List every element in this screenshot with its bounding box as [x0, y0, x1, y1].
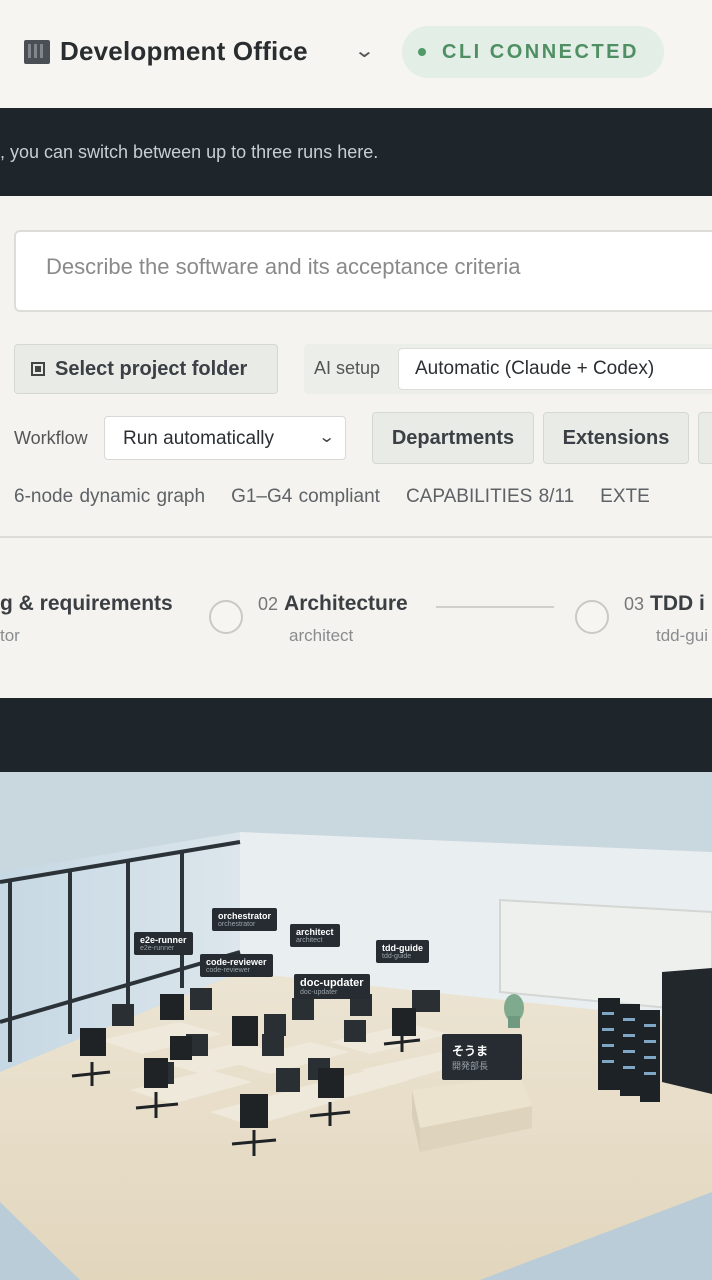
workflow-label: Workflow — [14, 428, 88, 448]
agent-label-code-reviewer[interactable]: code-reviewer code-reviewer — [200, 954, 273, 977]
folder-icon — [31, 362, 45, 376]
step-3-status-icon[interactable] — [575, 600, 609, 634]
agent-name: code-reviewer — [206, 957, 267, 967]
step-2-agent: architect — [289, 626, 354, 645]
extensions-button[interactable]: Extensions — [543, 412, 689, 464]
step-1-agent: tor — [0, 626, 20, 645]
stat-capabilities: CAPABILITIES 8/11 — [405, 486, 575, 507]
agent-name: e2e-runner — [140, 935, 187, 945]
agent-name: orchestrator — [218, 911, 272, 921]
agent-role: 開発部長 — [452, 1061, 489, 1071]
agent-label-e2e-runner[interactable]: e2e-runner e2e-runner — [134, 932, 193, 955]
workflow-select[interactable]: Run automatically ⌄ — [104, 416, 346, 460]
agent-label-architect[interactable]: architect architect — [290, 924, 340, 947]
agent-role: tdd-guide — [382, 953, 412, 960]
step-1-title: g & requirements — [0, 592, 173, 615]
info-banner: , you can switch between up to three run… — [0, 108, 712, 196]
departments-button[interactable]: Departments — [372, 412, 534, 464]
dark-band — [0, 698, 712, 772]
agent-role: orchestrator — [218, 921, 256, 928]
step-3-name: TDD i — [650, 592, 705, 615]
step-2-name: Architecture — [284, 592, 408, 615]
office-room-illustration — [0, 772, 712, 1280]
agent-label-doc-updater[interactable]: doc-updater doc-updater — [294, 974, 370, 999]
description-field-wrapper — [14, 230, 712, 312]
chevron-down-icon[interactable]: ⌄ — [353, 38, 375, 63]
chevron-down-icon: ⌄ — [317, 429, 336, 446]
stat-compliance: G1–G4 compliant — [231, 486, 380, 507]
header: Development Office ⌄ CLI CONNECTED — [0, 0, 712, 108]
step-2-status-icon[interactable] — [209, 600, 243, 634]
cli-status-text: CLI CONNECTED — [442, 40, 639, 63]
agent-name: tdd-guide — [382, 943, 423, 953]
description-input[interactable] — [46, 254, 686, 280]
agent-name: doc-updater — [300, 977, 364, 989]
ai-setup-label: AI setup — [314, 358, 381, 378]
workflow-value: Run automatically — [123, 428, 275, 449]
ai-setup-select[interactable]: Automatic (Claude + Codex) — [398, 348, 712, 390]
office-3d-scene[interactable]: e2e-runner e2e-runner orchestrator orche… — [0, 772, 712, 1280]
stat-graph: 6-node dynamic graph — [14, 486, 206, 507]
step-3-number: 03 — [624, 594, 645, 614]
capability-stats: 6-node dynamic graph G1–G4 compliant CAPAB… — [14, 486, 676, 508]
select-folder-label: Select project folder — [55, 357, 248, 380]
office-building-icon — [24, 40, 50, 64]
agent-role: architect — [296, 937, 323, 944]
status-dot-icon — [418, 48, 426, 56]
agent-label-tdd-guide[interactable]: tdd-guide tdd-guide — [376, 940, 429, 963]
agent-name: architect — [296, 927, 334, 937]
step-2-title: 02 Architecture — [258, 592, 408, 616]
agent-role: doc-updater — [300, 989, 338, 996]
step-3-title: 03 TDD i — [624, 592, 705, 616]
more-button[interactable] — [698, 412, 712, 464]
agent-role: e2e-runner — [140, 945, 175, 952]
office-title: Development Office — [60, 36, 308, 66]
stat-extensions: EXTE — [600, 486, 650, 507]
ai-setup-group: AI setup Automatic (Claude + Codex) — [304, 344, 712, 394]
select-folder-button[interactable]: Select project folder — [14, 344, 278, 394]
agent-label-orchestrator[interactable]: orchestrator orchestrator — [212, 908, 278, 931]
agent-name: そうま — [452, 1044, 489, 1058]
banner-text: , you can switch between up to three run… — [0, 142, 379, 162]
pipeline-steps: g & requirements tor 02 Architecture arch… — [0, 538, 712, 698]
step-2-number: 02 — [258, 594, 279, 614]
step-3-agent: tdd-gui — [656, 626, 708, 645]
step-connector — [436, 606, 554, 608]
agent-label-souma[interactable]: そうま 開発部長 — [442, 1034, 522, 1080]
agent-role: code-reviewer — [206, 967, 250, 974]
run-config-panel: Select project folder AI setup Automatic… — [0, 196, 712, 538]
cli-status-badge: CLI CONNECTED — [402, 26, 664, 78]
